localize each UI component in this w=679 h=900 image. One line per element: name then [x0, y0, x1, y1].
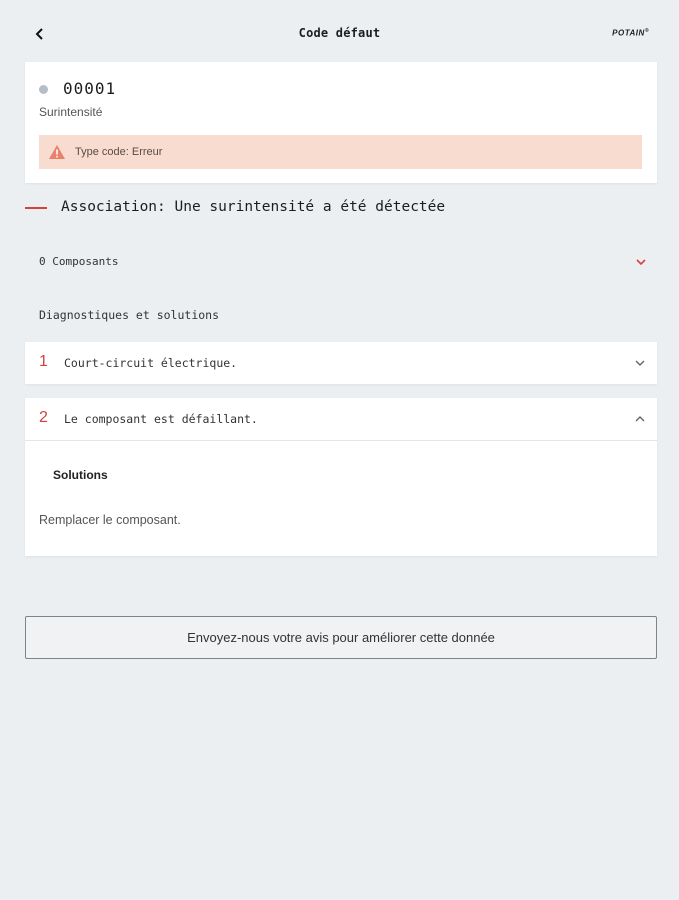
solutions-text: Remplacer le composant.: [39, 513, 181, 527]
association-dash: [25, 207, 47, 209]
diagnostic-number: 1: [39, 353, 48, 370]
components-toggle[interactable]: 0 Composants: [25, 248, 657, 276]
diagnostic-item-1[interactable]: 1 Court-circuit électrique.: [25, 342, 657, 384]
code-type-alert: Type code: Erreur: [39, 135, 642, 169]
diagnostics-section-title: Diagnostiques et solutions: [39, 308, 220, 322]
feedback-button[interactable]: Envoyez-nous votre avis pour améliorer c…: [25, 616, 657, 659]
solutions-panel: Solutions Remplacer le composant.: [25, 441, 657, 556]
components-count: 0 Composants: [39, 255, 119, 268]
top-bar: Code défaut POTAIN®: [0, 0, 679, 66]
status-dot: [39, 85, 48, 94]
fault-code-number: 00001: [63, 79, 117, 98]
association-row: Association: Une surintensité a été déte…: [25, 196, 657, 220]
diagnostic-text: Court-circuit électrique.: [64, 356, 238, 370]
diagnostic-number: 2: [39, 409, 48, 426]
alert-text: Type code: Erreur: [75, 146, 163, 158]
association-text: Association: Une surintensité a été déte…: [61, 199, 446, 215]
brand-logo: POTAIN®: [612, 28, 649, 38]
chevron-down-icon: [636, 259, 646, 266]
brand-mark: ®: [644, 28, 649, 34]
chevron-up-icon: [635, 416, 645, 422]
brand-name: POTAIN: [612, 28, 645, 38]
diagnostic-item-2[interactable]: 2 Le composant est défaillant.: [25, 398, 657, 441]
warning-icon: [49, 145, 65, 159]
fault-code-label: Surintensité: [39, 105, 103, 119]
diagnostic-text: Le composant est défaillant.: [64, 412, 258, 426]
fault-code-card: 00001 Surintensité Type code: Erreur: [25, 62, 657, 183]
chevron-down-icon: [635, 360, 645, 366]
solutions-title: Solutions: [53, 468, 108, 482]
page-title: Code défaut: [298, 26, 381, 40]
